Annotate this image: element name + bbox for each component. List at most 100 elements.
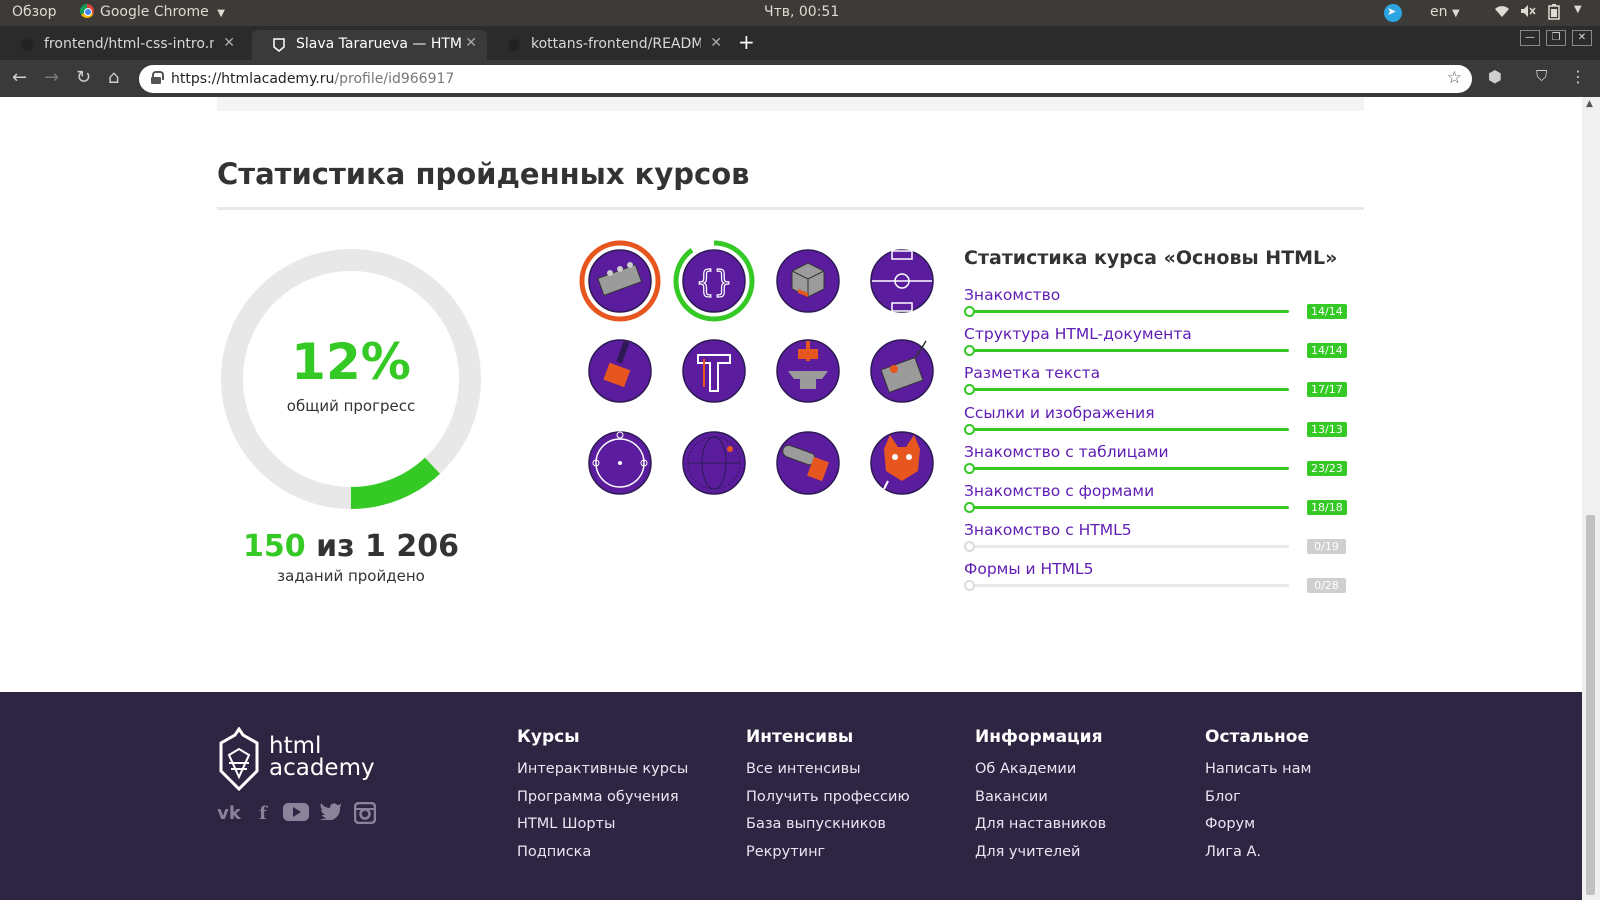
battery-icon[interactable]	[1548, 4, 1560, 24]
language-indicator[interactable]: en ▼	[1430, 4, 1460, 20]
typography-badge[interactable]	[670, 327, 758, 415]
reload-icon[interactable]: ↻	[76, 67, 91, 88]
globe-badge[interactable]	[670, 419, 758, 507]
chevron-down-icon[interactable]: ▼	[1574, 4, 1582, 15]
app-name: Google Chrome	[100, 4, 209, 20]
lesson-item[interactable]: Знакомство 14/14	[964, 286, 1364, 324]
footer-link[interactable]: Для наставников	[975, 816, 1106, 844]
tasks-caption: заданий пройдено	[277, 567, 425, 585]
anvil-badge[interactable]	[764, 327, 852, 415]
back-arrow-icon[interactable]: ←	[12, 67, 27, 88]
footer-link[interactable]: HTML Шорты	[517, 816, 688, 844]
lesson-item[interactable]: Знакомство с формами 18/18	[964, 482, 1364, 520]
restore-button[interactable]: ❐	[1546, 30, 1566, 46]
tab-html-css-intro[interactable]: frontend/html-css-intro.n ✕	[0, 30, 245, 60]
lesson-link[interactable]: Разметка текста	[964, 364, 1100, 382]
page-scrollbar[interactable]: ▲	[1582, 97, 1600, 900]
lesson-link[interactable]: Ссылки и изображения	[964, 404, 1155, 422]
telegram-icon[interactable]	[1384, 4, 1402, 22]
footer-link[interactable]: Блог	[1205, 789, 1311, 817]
lesson-progress-dot	[964, 462, 975, 474]
footer-column-title: Интенсивы	[746, 727, 854, 747]
close-tab-icon[interactable]: ✕	[465, 35, 477, 51]
footer-link[interactable]: Об Академии	[975, 761, 1106, 789]
bezier-circle-icon	[588, 431, 652, 495]
logo-line-1: html	[269, 733, 322, 759]
clock[interactable]: Чтв, 00:51	[764, 4, 839, 20]
address-bar[interactable]: https://htmlacademy.ru/profile/id966917 …	[139, 65, 1472, 93]
menu-dots-icon[interactable]: ⋮	[1570, 67, 1586, 86]
lesson-item[interactable]: Разметка текста 17/17	[964, 364, 1364, 402]
lock-icon[interactable]	[151, 71, 164, 84]
footer-link[interactable]: Все интенсивы	[746, 761, 910, 789]
vector-badge[interactable]	[576, 419, 664, 507]
chainsaw-badge[interactable]	[764, 419, 852, 507]
url-text[interactable]: https://htmlacademy.ru/profile/id966917	[171, 71, 454, 87]
activities-button[interactable]: Обзор	[12, 4, 57, 20]
tasks-done: 150	[243, 529, 306, 564]
home-icon[interactable]: ⌂	[108, 67, 119, 88]
wifi-icon[interactable]	[1494, 4, 1510, 22]
brush-badge[interactable]	[576, 327, 664, 415]
robot-icon	[870, 339, 934, 403]
lesson-progress-track	[966, 388, 1289, 392]
bookmark-star-icon[interactable]: ☆	[1447, 68, 1462, 88]
footer-link[interactable]: Интерактивные курсы	[517, 761, 688, 789]
new-tab-button[interactable]: +	[738, 30, 755, 54]
htmlacademy-logo[interactable]: html academy	[217, 726, 375, 795]
facebook-icon[interactable]: f	[251, 802, 275, 826]
incognito-icon[interactable]: ⛉	[1536, 67, 1547, 85]
twitter-icon[interactable]	[319, 802, 343, 826]
scroll-up-arrow-icon[interactable]: ▲	[1586, 99, 1593, 109]
lesson-link[interactable]: Формы и HTML5	[964, 560, 1094, 578]
minimize-button[interactable]: —	[1520, 30, 1540, 46]
instagram-icon[interactable]	[353, 801, 377, 826]
footer-link[interactable]: Форум	[1205, 816, 1311, 844]
footer-link[interactable]: Вакансии	[975, 789, 1106, 817]
extension-icon[interactable]: ⬢	[1488, 67, 1502, 86]
lesson-link[interactable]: Знакомство с таблицами	[964, 443, 1169, 461]
footer-column-title: Остальное	[1205, 727, 1310, 747]
lego-badge[interactable]	[576, 237, 664, 325]
footer-link[interactable]: Программа обучения	[517, 789, 688, 817]
lesson-item[interactable]: Формы и HTML5 0/28	[964, 560, 1364, 598]
footer-link[interactable]: Написать нам	[1205, 761, 1311, 789]
lesson-item[interactable]: Структура HTML-документа 14/14	[964, 325, 1364, 363]
footer-link[interactable]: Лига А.	[1205, 844, 1311, 872]
footer-link[interactable]: Подписка	[517, 844, 688, 872]
lesson-item[interactable]: Знакомство с таблицами 23/23	[964, 443, 1364, 481]
robot-badge[interactable]	[858, 327, 946, 415]
lesson-link[interactable]: Знакомство с формами	[964, 482, 1154, 500]
cat-badge[interactable]	[858, 419, 946, 507]
rubik-badge[interactable]	[764, 237, 852, 325]
lesson-link[interactable]: Структура HTML-документа	[964, 325, 1192, 343]
logo-line-2: academy	[269, 755, 375, 781]
close-tab-icon[interactable]: ✕	[710, 35, 722, 51]
lesson-link[interactable]: Знакомство с HTML5	[964, 521, 1132, 539]
close-window-button[interactable]: ✕	[1572, 30, 1592, 46]
footer-link[interactable]: Для учителей	[975, 844, 1106, 872]
footer-column-title: Информация	[975, 727, 1103, 747]
lesson-item[interactable]: Знакомство с HTML5 0/19	[964, 521, 1364, 559]
app-menu[interactable]: Google Chrome ▼	[80, 4, 225, 20]
footer-link[interactable]: Рекрутинг	[746, 844, 910, 872]
tab-kottans-readme[interactable]: kottans-frontend/READM ✕	[487, 30, 732, 60]
volume-muted-icon[interactable]	[1520, 4, 1536, 22]
letter-t-icon	[682, 339, 746, 403]
close-tab-icon[interactable]: ✕	[223, 35, 235, 51]
vk-icon[interactable]: vk	[217, 802, 241, 826]
field-badge[interactable]	[858, 237, 946, 325]
lesson-progress-track	[966, 310, 1289, 313]
lesson-item[interactable]: Ссылки и изображения 13/13	[964, 404, 1364, 442]
site-footer: html academy vk f Курсы Интерактивные кур…	[0, 692, 1582, 900]
scrollbar-thumb[interactable]	[1586, 515, 1595, 895]
tab-htmlacademy-profile[interactable]: Slava Tararueva — HTML A ✕	[252, 30, 487, 60]
footer-link[interactable]: Получить профессию	[746, 789, 910, 817]
lesson-progress-fill	[966, 427, 1289, 431]
lesson-link[interactable]: Знакомство	[964, 286, 1060, 304]
youtube-icon[interactable]	[283, 802, 309, 826]
footer-link[interactable]: База выпускников	[746, 816, 910, 844]
previous-section-edge	[217, 97, 1364, 111]
braces-badge[interactable]: {}	[670, 237, 758, 325]
forward-arrow-icon[interactable]: →	[44, 67, 59, 88]
